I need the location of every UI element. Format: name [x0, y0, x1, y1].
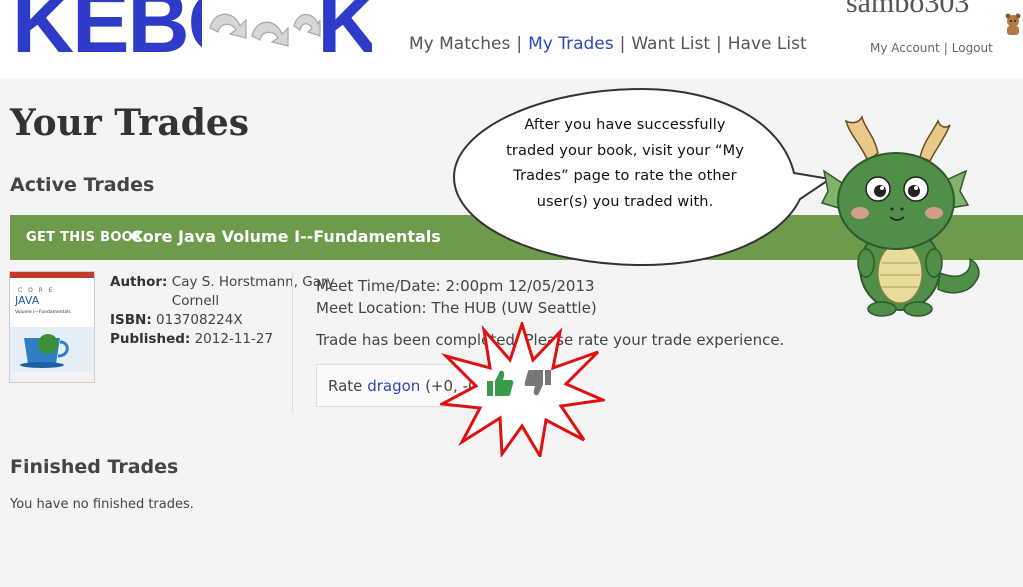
- isbn-label: ISBN:: [110, 312, 152, 328]
- avatar[interactable]: [1004, 12, 1022, 36]
- meet-info: Meet Time/Date: 2:00pm 12/05/2013 Meet L…: [316, 275, 597, 319]
- account-links: My Account | Logout: [870, 41, 993, 55]
- book-cover-art: C O R E JAVA Volume I—Fundamentals: [10, 272, 94, 382]
- nav-separator: |: [619, 34, 626, 54]
- published-row: Published: 2012-11-27: [110, 330, 342, 349]
- cover-title: JAVA: [14, 294, 40, 307]
- my-account-link[interactable]: My Account: [870, 41, 940, 55]
- rate-user-link[interactable]: dragon: [367, 377, 420, 395]
- thumbs-up-icon[interactable]: [485, 368, 515, 398]
- book-details: Author: Cay S. Horstmann, Gary Cornell I…: [110, 273, 342, 349]
- logout-link[interactable]: Logout: [952, 41, 993, 55]
- nav-my-trades[interactable]: My Trades: [528, 34, 614, 54]
- nav-have-list[interactable]: Have List: [728, 34, 807, 54]
- author-label: Author:: [110, 274, 168, 290]
- published-value: 2012-11-27: [194, 331, 274, 347]
- finished-trades-heading: Finished Trades: [10, 456, 179, 478]
- page-title: Your Trades: [10, 102, 250, 144]
- active-trades-heading: Active Trades: [10, 174, 155, 196]
- account-separator: |: [943, 41, 948, 55]
- rate-label: Rate: [328, 377, 363, 395]
- thumbs-down-icon[interactable]: [523, 368, 553, 398]
- book-cover-image[interactable]: C O R E JAVA Volume I—Fundamentals: [9, 271, 95, 383]
- meet-location: Meet Location: The HUB (UW Seattle): [316, 299, 597, 317]
- book-title-link[interactable]: Core Java Volume I--Fundamentals: [131, 227, 441, 246]
- speech-bubble-text: After you have successfully traded your …: [506, 117, 744, 210]
- nav-want-list[interactable]: Want List: [631, 34, 710, 54]
- nav-my-matches[interactable]: My Matches: [409, 34, 510, 54]
- nav-separator: |: [516, 34, 523, 54]
- isbn-row: ISBN: 013708224X: [110, 311, 342, 330]
- svg-text:C O R E: C O R E: [18, 287, 55, 294]
- no-finished-trades-text: You have no finished trades.: [10, 497, 194, 512]
- main-nav: My Matches | My Trades | Want List | Have List: [409, 34, 807, 54]
- nav-separator: |: [716, 34, 722, 54]
- username: sambo303: [846, 0, 970, 19]
- meet-time: Meet Time/Date: 2:00pm 12/05/2013: [316, 277, 595, 295]
- logo-arrows-icon: [202, 0, 322, 53]
- details-divider: [292, 272, 293, 412]
- site-header: KEBOOK My Matches | My Trades | Want List | Ha…: [0, 0, 1023, 78]
- cover-subtitle: Volume I—Fundamentals: [15, 309, 71, 315]
- site-logo[interactable]: KEBOOK: [12, 0, 372, 55]
- dragon-mascot: [820, 114, 980, 317]
- author-row: Author: Cay S. Horstmann, Gary Cornell: [110, 273, 342, 311]
- published-label: Published:: [110, 331, 191, 347]
- isbn-value: 013708224X: [156, 312, 243, 328]
